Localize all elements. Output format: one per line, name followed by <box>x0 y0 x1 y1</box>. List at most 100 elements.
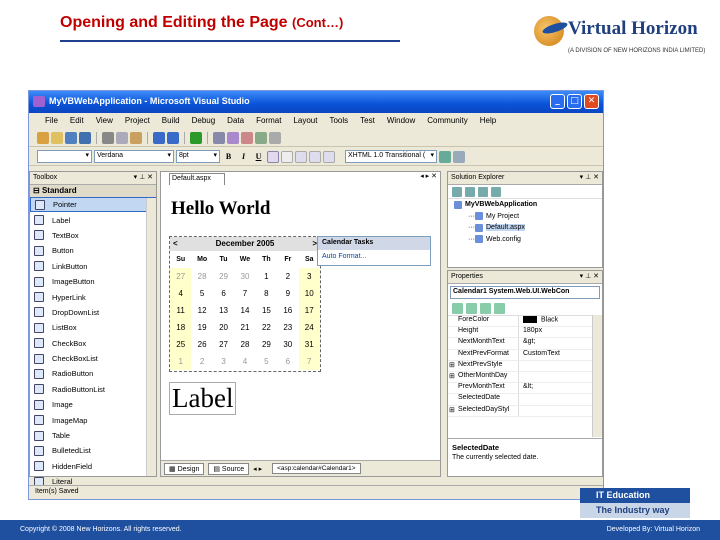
property-row[interactable]: ⊞ SelectedDayStyl <box>448 405 602 417</box>
auto-format-link[interactable]: Auto Format... <box>318 250 430 263</box>
toolbox-item-checkboxlist[interactable]: CheckBoxList <box>30 351 156 366</box>
expand-icon[interactable]: ⊞ <box>449 406 455 414</box>
calendar-day[interactable]: 31 <box>298 336 320 353</box>
toolbox-item-imagebutton[interactable]: ImageButton <box>30 274 156 289</box>
more-tools-icon[interactable] <box>269 131 281 144</box>
calendar-day[interactable]: 8 <box>256 285 277 302</box>
calendar-day[interactable]: 5 <box>256 353 277 370</box>
calendar-day[interactable]: 25 <box>170 336 192 353</box>
calendar-day[interactable]: 27 <box>213 336 234 353</box>
calendar-day[interactable]: 23 <box>277 319 298 336</box>
toolbox-item-hyperlink[interactable]: HyperLink <box>30 289 156 304</box>
font-size-dropdown[interactable]: 8pt <box>176 150 220 163</box>
calendar-day[interactable]: 6 <box>277 353 298 370</box>
calendar-day[interactable]: 18 <box>170 319 192 336</box>
calendar-day[interactable]: 12 <box>191 302 212 319</box>
pin-icon[interactable]: ▾ ⊥ ✕ <box>134 173 153 181</box>
italic-icon[interactable]: I <box>237 150 250 163</box>
menu-item-community[interactable]: Community <box>421 113 473 129</box>
calendar-day[interactable]: 3 <box>213 353 234 370</box>
pin-icon[interactable]: ▾ ⊥ ✕ <box>580 173 599 181</box>
menu-item-edit[interactable]: Edit <box>64 113 90 129</box>
alphabetical-icon[interactable] <box>466 302 477 314</box>
minimize-button[interactable]: _ <box>550 94 565 109</box>
validate-icon[interactable] <box>439 150 451 163</box>
tag-nav-arrows-icon[interactable]: ◂ ▸ <box>253 465 262 473</box>
calendar-day[interactable]: 29 <box>213 268 234 285</box>
property-row[interactable]: ⊞ NextPrevStyle <box>448 360 602 372</box>
align-left-icon[interactable] <box>295 150 307 163</box>
find-icon[interactable] <box>213 131 225 144</box>
menu-item-tools[interactable]: Tools <box>323 113 354 129</box>
property-row[interactable]: NextPrevFormat CustomText <box>448 349 602 361</box>
calendar-day[interactable]: 27 <box>170 268 192 285</box>
doctype-dropdown[interactable]: XHTML 1.0 Transitional ( <box>345 150 437 163</box>
toolbox-item-checkbox[interactable]: CheckBox <box>30 336 156 351</box>
toolbox-item-bulletedlist[interactable]: BulletedList <box>30 443 156 458</box>
font-color-icon[interactable] <box>267 150 279 163</box>
underline-icon[interactable]: U <box>252 150 265 163</box>
menu-item-test[interactable]: Test <box>354 113 381 129</box>
property-row[interactable]: Height 180px <box>448 327 602 339</box>
copy-icon[interactable] <box>116 131 128 144</box>
pin-icon[interactable]: ▾ ⊥ ✕ <box>580 272 599 280</box>
solution-item-my-project[interactable]: ··· My Project <box>448 211 602 223</box>
properties-scrollbar[interactable] <box>592 315 602 437</box>
calendar-day[interactable]: 9 <box>277 285 298 302</box>
solution-item-web-config[interactable]: ··· Web.config <box>448 234 602 246</box>
property-row[interactable]: SelectedDate <box>448 394 602 406</box>
document-close-icon[interactable]: ◂ ▸ ✕ <box>420 172 437 180</box>
calendar-day[interactable]: 28 <box>191 268 212 285</box>
menu-item-debug[interactable]: Debug <box>186 113 222 129</box>
calendar-day[interactable]: 4 <box>234 353 255 370</box>
cut-icon[interactable] <box>102 131 114 144</box>
solution-item-default-aspx[interactable]: ··· Default.aspx <box>448 222 602 234</box>
calendar-day[interactable]: 2 <box>277 268 298 285</box>
toolbox-item-textbox[interactable]: TextBox <box>30 228 156 243</box>
calendar-day[interactable]: 14 <box>234 302 255 319</box>
calendar-day[interactable]: 17 <box>298 302 320 319</box>
toolbox-item-listbox[interactable]: ListBox <box>30 320 156 335</box>
nest-files-icon[interactable] <box>478 186 488 197</box>
property-row[interactable]: ForeColor Black <box>448 316 602 328</box>
tab-default-aspx[interactable]: Default.aspx <box>169 173 225 185</box>
menu-item-layout[interactable]: Layout <box>287 113 323 129</box>
expand-icon[interactable]: ⊞ <box>449 361 455 369</box>
object-selector[interactable]: Calendar1 System.Web.UI.WebCon <box>450 286 600 299</box>
menu-item-view[interactable]: View <box>90 113 119 129</box>
property-value[interactable]: 180px <box>518 327 602 338</box>
property-value[interactable] <box>518 360 602 371</box>
solution-explorer-icon[interactable] <box>227 131 239 144</box>
toolbox-item-imagemap[interactable]: ImageMap <box>30 412 156 427</box>
calendar-day[interactable]: 7 <box>234 285 255 302</box>
toolbox-item-hiddenfield[interactable]: HiddenField <box>30 459 156 474</box>
property-value[interactable]: &lt; <box>518 383 602 394</box>
toolbox-item-linkbutton[interactable]: LinkButton <box>30 259 156 274</box>
menu-item-format[interactable]: Format <box>250 113 287 129</box>
property-value[interactable]: Black <box>518 316 602 327</box>
toolbox-item-image[interactable]: Image <box>30 397 156 412</box>
close-button[interactable]: ✕ <box>584 94 599 109</box>
expand-icon[interactable]: ⊞ <box>449 372 455 380</box>
calendar-day[interactable]: 21 <box>234 319 255 336</box>
tag-breadcrumb[interactable]: <asp:calendar#Calendar1> <box>272 463 361 474</box>
toolbox-item-dropdownlist[interactable]: DropDownList <box>30 305 156 320</box>
calendar-day[interactable]: 22 <box>256 319 277 336</box>
calendar-day[interactable]: 28 <box>234 336 255 353</box>
toolbox-item-button[interactable]: Button <box>30 243 156 258</box>
hello-heading[interactable]: Hello World <box>171 198 270 220</box>
menu-item-help[interactable]: Help <box>474 113 502 129</box>
toolbox-item-radiobutton[interactable]: RadioButton <box>30 366 156 381</box>
bullets-icon[interactable] <box>309 150 321 163</box>
calendar-day[interactable]: 2 <box>191 353 212 370</box>
toolbox-item-radiobuttonlist[interactable]: RadioButtonList <box>30 382 156 397</box>
menu-item-window[interactable]: Window <box>381 113 421 129</box>
calendar-day[interactable]: 10 <box>298 285 320 302</box>
highlight-icon[interactable] <box>281 150 293 163</box>
calendar-day[interactable]: 24 <box>298 319 320 336</box>
save-all-icon[interactable] <box>79 131 91 144</box>
design-view-button[interactable]: ▦ Design <box>164 462 205 475</box>
bold-icon[interactable]: B <box>222 150 235 163</box>
calendar-control[interactable]: < December 2005 > Su Mo Tu We Th Fr Sa 27 28 29 3… <box>169 236 321 372</box>
calendar-day[interactable]: 11 <box>170 302 192 319</box>
